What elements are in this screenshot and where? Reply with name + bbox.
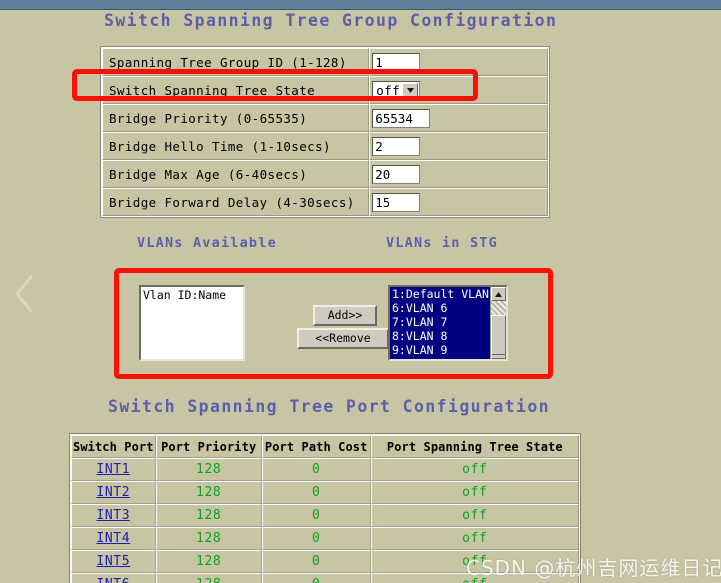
page-title-group-config: Switch Spanning Tree Group Configuration xyxy=(104,11,558,30)
form-row-stg-id: Spanning Tree Group ID (1-128) xyxy=(102,48,548,76)
cell-port-priority: 128 xyxy=(155,481,262,504)
field-bridge-priority xyxy=(369,104,548,132)
field-bridge-forward-delay xyxy=(369,188,548,216)
cell-switch-port: INT4 xyxy=(71,527,156,550)
cell-port-path-cost: 0 xyxy=(261,504,371,527)
form-row-bridge-priority: Bridge Priority (0-65535) xyxy=(102,104,548,132)
cell-port-priority: 128 xyxy=(155,527,262,550)
label-bridge-max-age: Bridge Max Age (6-40secs) xyxy=(102,160,370,188)
cell-port-priority: 128 xyxy=(155,573,262,583)
label-stg-state: Switch Spanning Tree State xyxy=(102,76,370,104)
list-item[interactable]: 7:VLAN 7 xyxy=(390,315,490,329)
label-bridge-hello-time: Bridge Hello Time (1-10secs) xyxy=(102,132,370,160)
cell-port-state: off xyxy=(370,550,579,573)
table-row: INT4 128 0 off xyxy=(71,527,579,550)
port-link-int3[interactable]: INT3 xyxy=(96,508,130,523)
group-config-table: Spanning Tree Group ID (1-128) Switch Sp… xyxy=(101,47,549,217)
list-item[interactable]: 9:VLAN 9 xyxy=(390,343,490,357)
table-row: INT2 128 0 off xyxy=(71,481,579,504)
cell-port-path-cost: 0 xyxy=(261,573,371,583)
column-header-port-spanning-tree-state: Port Spanning Tree State xyxy=(370,435,579,458)
label-bridge-priority: Bridge Priority (0-65535) xyxy=(102,104,370,132)
vlans-available-heading: VLANs Available xyxy=(137,235,277,251)
field-stg-state: off xyxy=(369,76,548,104)
chevron-left-icon[interactable] xyxy=(12,272,38,316)
cell-switch-port: INT1 xyxy=(71,458,156,481)
port-link-int2[interactable]: INT2 xyxy=(96,485,130,500)
cell-switch-port: INT3 xyxy=(71,504,156,527)
form-row-stg-state: Switch Spanning Tree State off xyxy=(102,76,548,104)
vlans-in-stg-heading: VLANs in STG xyxy=(386,235,498,251)
page-title-port-config: Switch Spanning Tree Port Configuration xyxy=(108,397,551,416)
cell-switch-port: INT5 xyxy=(71,550,156,573)
vlans-in-stg-listbox[interactable]: 1:Default VLAN 6:VLAN 6 7:VLAN 7 8:VLAN … xyxy=(388,285,508,361)
vlans-available-listbox[interactable]: Vlan ID:Name xyxy=(139,285,245,361)
cell-port-state: off xyxy=(370,458,579,481)
field-bridge-hello-time xyxy=(369,132,548,160)
cell-port-state: off xyxy=(370,504,579,527)
form-row-bridge-forward-delay: Bridge Forward Delay (4-30secs) xyxy=(102,188,548,216)
cell-port-state: off xyxy=(370,481,579,504)
cell-port-path-cost: 0 xyxy=(261,458,371,481)
field-bridge-max-age xyxy=(369,160,548,188)
port-link-int6[interactable]: INT6 xyxy=(96,577,130,583)
cell-port-path-cost: 0 xyxy=(261,550,371,573)
bridge-forward-delay-input[interactable] xyxy=(372,192,421,212)
scrollbar-track-texture xyxy=(491,301,506,315)
cell-switch-port: INT6 xyxy=(71,573,156,583)
table-row: INT1 128 0 off xyxy=(71,458,579,481)
list-item[interactable]: 1:Default VLAN xyxy=(390,287,490,301)
bridge-hello-time-input[interactable] xyxy=(372,136,421,156)
column-header-switch-port: Switch Port xyxy=(71,435,156,458)
list-item[interactable]: 8:VLAN 8 xyxy=(390,329,490,343)
port-config-table: Switch Port Port Priority Port Path Cost… xyxy=(70,434,580,583)
form-row-bridge-max-age: Bridge Max Age (6-40secs) xyxy=(102,160,548,188)
page-root: Switch Spanning Tree Group Configuration… xyxy=(0,0,721,583)
label-bridge-forward-delay: Bridge Forward Delay (4-30secs) xyxy=(102,188,370,216)
add-vlan-button[interactable]: Add>> xyxy=(313,305,377,326)
bridge-max-age-input[interactable] xyxy=(372,164,421,184)
list-item[interactable]: Vlan ID:Name xyxy=(141,287,243,303)
cell-switch-port: INT2 xyxy=(71,481,156,504)
cell-port-priority: 128 xyxy=(155,550,262,573)
table-row: INT6 128 0 off xyxy=(71,573,579,583)
cell-port-state: off xyxy=(370,573,579,583)
field-stg-id xyxy=(369,48,548,76)
table-row: INT3 128 0 off xyxy=(71,504,579,527)
bridge-priority-input[interactable] xyxy=(372,108,431,128)
scrollbar-thumb[interactable] xyxy=(491,315,506,355)
scrollbar-track[interactable] xyxy=(491,301,506,355)
table-row: INT5 128 0 off xyxy=(71,550,579,573)
port-link-int1[interactable]: INT1 xyxy=(96,462,130,477)
list-item[interactable]: 6:VLAN 6 xyxy=(390,301,490,315)
port-link-int5[interactable]: INT5 xyxy=(96,554,130,569)
stg-state-select[interactable]: off xyxy=(372,80,421,100)
top-browser-bar xyxy=(0,0,721,10)
stg-state-selected-value: off xyxy=(376,82,400,98)
label-stg-id: Spanning Tree Group ID (1-128) xyxy=(102,48,370,76)
cell-port-path-cost: 0 xyxy=(261,527,371,550)
column-header-port-path-cost: Port Path Cost xyxy=(261,435,371,458)
arrow-up-icon[interactable] xyxy=(491,287,506,301)
stg-id-input[interactable] xyxy=(372,52,421,72)
vlans-in-stg-scrollbar[interactable] xyxy=(490,287,506,359)
cell-port-priority: 128 xyxy=(155,504,262,527)
cell-port-priority: 128 xyxy=(155,458,262,481)
remove-vlan-button[interactable]: <<Remove xyxy=(297,328,389,349)
chevron-down-icon[interactable] xyxy=(402,82,419,98)
port-link-int4[interactable]: INT4 xyxy=(96,531,130,546)
table-header-row: Switch Port Port Priority Port Path Cost… xyxy=(71,435,579,458)
column-header-port-priority: Port Priority xyxy=(155,435,262,458)
cell-port-path-cost: 0 xyxy=(261,481,371,504)
vlans-in-stg-items: 1:Default VLAN 6:VLAN 6 7:VLAN 7 8:VLAN … xyxy=(390,287,490,359)
cell-port-state: off xyxy=(370,527,579,550)
form-row-bridge-hello-time: Bridge Hello Time (1-10secs) xyxy=(102,132,548,160)
